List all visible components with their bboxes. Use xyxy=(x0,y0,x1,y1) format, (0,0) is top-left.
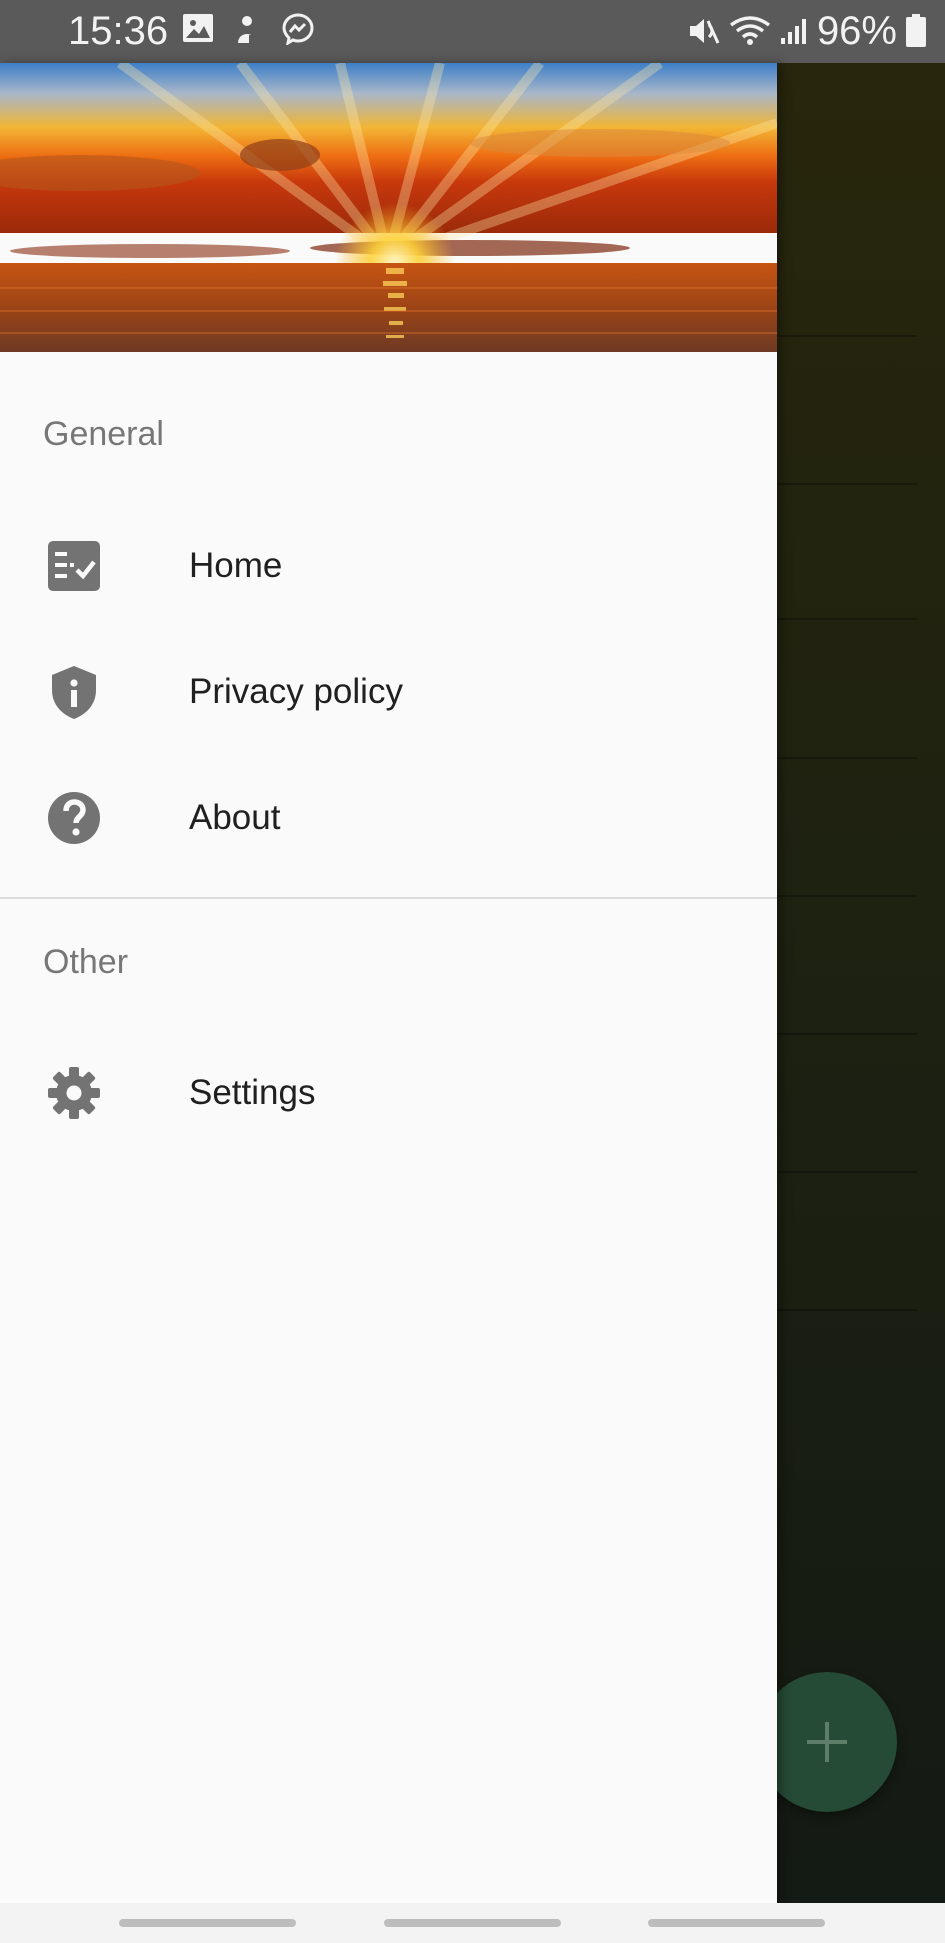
menu-item-label: About xyxy=(189,798,281,837)
status-bar: 15:36 96% xyxy=(0,0,945,63)
gear-icon xyxy=(48,1067,100,1119)
gallery-icon xyxy=(183,14,213,42)
checklist-icon xyxy=(48,541,100,591)
add-fab-button[interactable] xyxy=(757,1672,897,1812)
recent-apps-button[interactable] xyxy=(119,1919,296,1927)
back-button[interactable] xyxy=(648,1919,825,1927)
help-circle-icon xyxy=(48,792,100,844)
list-divider xyxy=(777,483,917,485)
section-title-other: Other xyxy=(43,943,129,981)
menu-item-settings[interactable]: Settings xyxy=(0,1038,777,1148)
menu-item-home[interactable]: Home xyxy=(0,511,777,621)
menu-item-about[interactable]: About xyxy=(0,763,777,873)
home-button[interactable] xyxy=(384,1919,561,1927)
section-divider xyxy=(0,897,777,899)
shield-info-icon xyxy=(52,666,96,719)
menu-item-label: Settings xyxy=(189,1073,316,1112)
list-divider xyxy=(777,335,917,337)
list-divider xyxy=(777,1033,917,1035)
menu-item-label: Home xyxy=(189,546,283,585)
list-divider xyxy=(777,757,917,759)
list-divider xyxy=(777,895,917,897)
status-time: 15:36 xyxy=(68,9,169,53)
battery-percent: 96% xyxy=(816,9,897,53)
menu-item-privacy-policy[interactable]: Privacy policy xyxy=(0,637,777,747)
signal-icon xyxy=(780,19,806,44)
list-divider xyxy=(777,1309,917,1311)
sunset-image xyxy=(0,63,777,352)
section-title-general: General xyxy=(43,415,164,453)
messenger-icon xyxy=(282,13,314,45)
navigation-bar xyxy=(0,1903,945,1943)
battery-icon xyxy=(906,14,926,47)
menu-item-label: Privacy policy xyxy=(189,672,403,711)
mute-icon xyxy=(689,19,720,44)
sticky-note-icon xyxy=(238,16,259,43)
status-right: 96% xyxy=(687,8,927,54)
navigation-drawer: General Home Privacy policy About Other xyxy=(0,63,777,1903)
list-divider xyxy=(777,1171,917,1173)
wifi-icon xyxy=(729,16,770,45)
drawer-header-image xyxy=(0,63,777,352)
list-divider xyxy=(777,618,917,620)
